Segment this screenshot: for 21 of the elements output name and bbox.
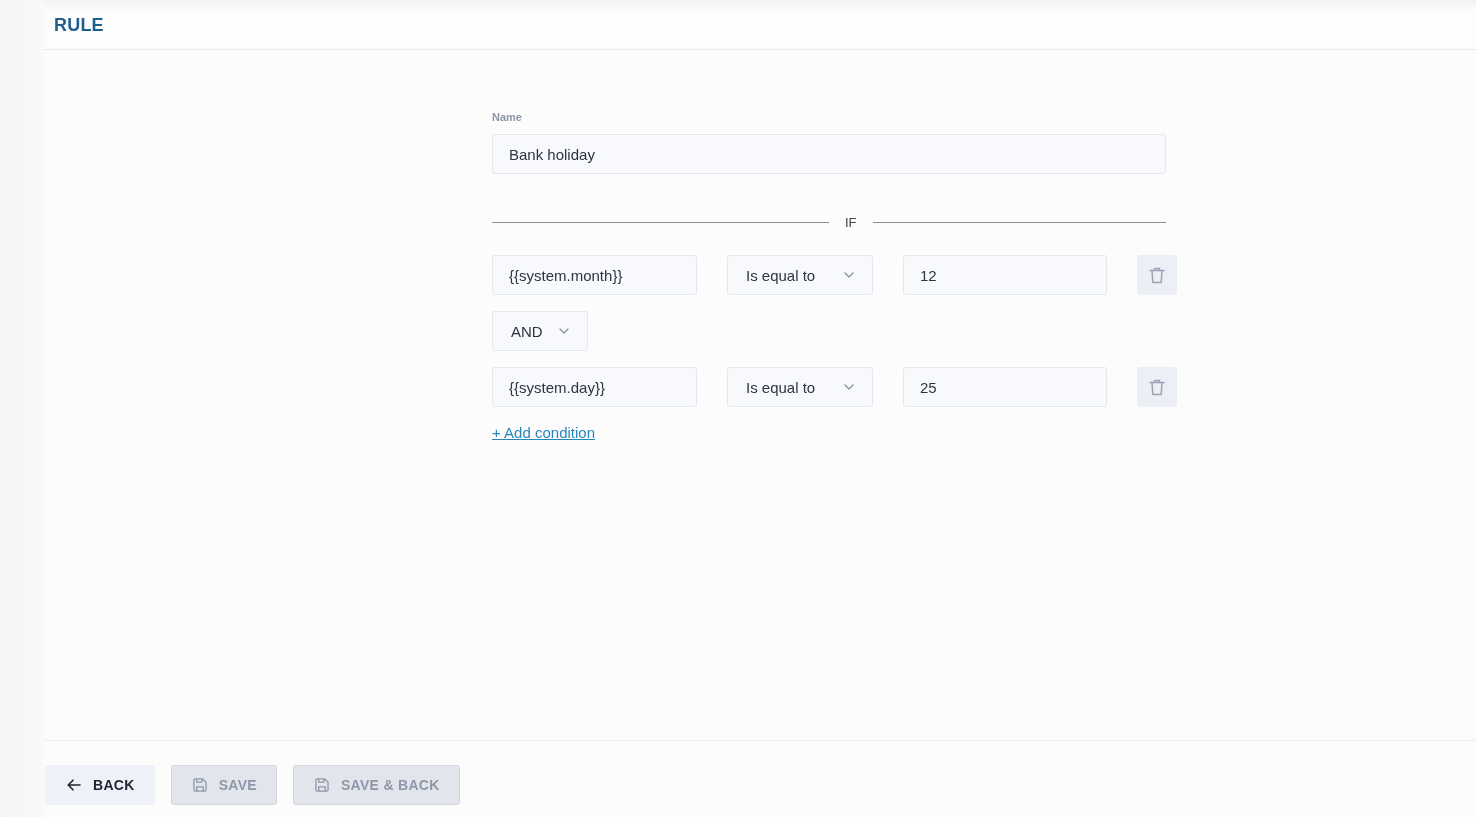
variable-field[interactable]: {{system.month}} [492,255,697,295]
section-label: IF [844,214,858,230]
trash-icon [1149,378,1165,396]
value-field[interactable]: 12 [903,255,1107,295]
name-input-field[interactable]: Bank holiday [492,134,1166,174]
chevron-down-icon [844,384,854,390]
operator-dropdown[interactable]: Is equal to [727,255,873,295]
delete-button[interactable] [1137,367,1177,407]
page-title: RULE [54,15,104,36]
field-label: Name [492,110,522,124]
arrow-left-icon [67,778,81,792]
value-field[interactable]: 25 [903,367,1107,407]
variable-field[interactable]: {{system.day}} [492,367,697,407]
back-button[interactable]: BACK [45,765,155,805]
trash-icon [1149,266,1165,284]
chevron-down-icon [844,272,854,278]
delete-button[interactable] [1137,255,1177,295]
logic-dropdown[interactable]: AND [492,311,588,351]
chevron-down-icon [559,328,569,334]
add-condition-link[interactable]: + Add condition [492,424,595,441]
operator-dropdown[interactable]: Is equal to [727,367,873,407]
